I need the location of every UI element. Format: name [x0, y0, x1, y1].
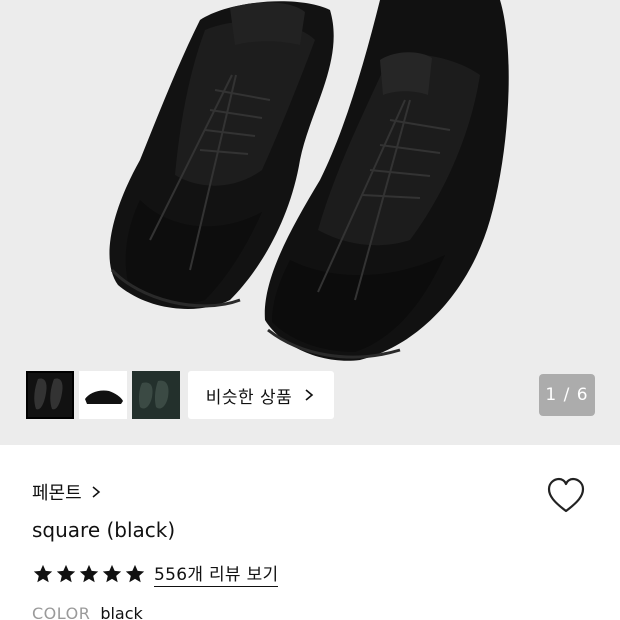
rating-stars [32, 563, 146, 585]
chevron-right-icon [305, 389, 314, 401]
thumbnail-1[interactable] [26, 371, 74, 419]
pager-separator: / [557, 385, 577, 405]
thumbnail-3[interactable] [132, 371, 180, 419]
brand-name: 페몬트 [32, 483, 82, 504]
thumbnail-1-image [34, 378, 63, 410]
chevron-right-icon [92, 486, 100, 498]
thumbnail-3-image [132, 371, 180, 419]
thumbnail-2[interactable] [79, 371, 127, 419]
thumbnail-strip [26, 371, 180, 419]
image-pager: 1 / 6 [539, 374, 595, 416]
star-icon [79, 564, 99, 582]
similar-products-label: 비슷한 상품 [205, 387, 293, 408]
color-row: COLOR black [32, 604, 143, 620]
product-gallery[interactable]: 비슷한 상품 1 / 6 [0, 0, 620, 445]
brand-link[interactable]: 페몬트 [32, 479, 102, 505]
color-label: COLOR [32, 604, 91, 620]
pager-current: 1 [545, 385, 558, 405]
star-icon [102, 564, 122, 582]
pager-total: 6 [576, 385, 589, 405]
star-icon [125, 564, 145, 582]
heart-icon[interactable] [546, 477, 586, 515]
thumbnail-2-image [85, 390, 123, 404]
product-title: square (black) [32, 518, 176, 542]
similar-products-button[interactable]: 비슷한 상품 [188, 371, 334, 419]
star-icon [56, 564, 76, 582]
star-icon [33, 564, 53, 582]
color-value: black [100, 604, 143, 620]
review-link[interactable]: 556개 리뷰 보기 [154, 560, 279, 587]
rating-row: 556개 리뷰 보기 [32, 560, 279, 587]
